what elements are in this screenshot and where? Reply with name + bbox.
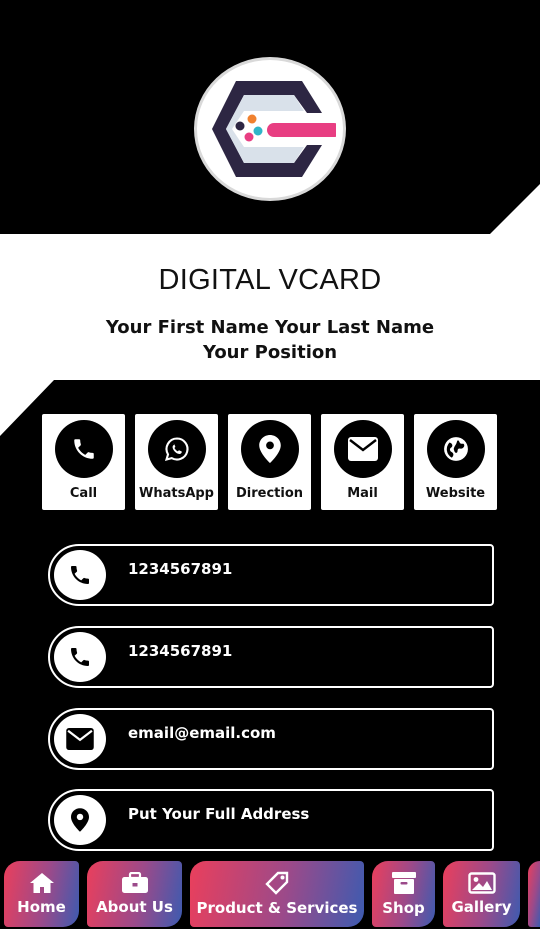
mail-button[interactable]: Mail xyxy=(321,414,404,510)
nav-shop-label: Shop xyxy=(382,899,425,917)
home-icon xyxy=(29,873,54,893)
mail-bubble xyxy=(333,420,392,478)
website-button[interactable]: Website xyxy=(414,414,497,510)
contact-row-email[interactable]: email@email.com xyxy=(48,708,494,770)
call-button[interactable]: Call xyxy=(42,414,125,510)
contact-phone-1: 1234567891 xyxy=(128,560,233,578)
envelope-icon xyxy=(347,437,378,461)
call-bubble xyxy=(54,420,113,478)
nav-gallery[interactable]: Gallery xyxy=(443,861,520,927)
whatsapp-bubble xyxy=(147,420,206,478)
globe-icon xyxy=(443,437,468,461)
person-position: Your Position xyxy=(202,342,338,363)
map-pin-icon xyxy=(71,808,89,832)
nav-product-services-label: Product & Services xyxy=(196,899,358,917)
whatsapp-icon xyxy=(164,437,188,461)
website-label: Website xyxy=(425,486,486,501)
tag-icon xyxy=(265,871,289,895)
website-bubble xyxy=(426,420,485,478)
nav-about-us-label: About Us xyxy=(96,898,173,916)
hexagon-pill-logo-icon xyxy=(212,81,336,177)
bottom-nav: Home About Us Product & Services Shop Ga… xyxy=(0,859,540,929)
archive-box-icon xyxy=(391,872,416,894)
nav-home-label: Home xyxy=(17,898,66,916)
contact-phone-2: 1234567891 xyxy=(128,642,233,660)
logo xyxy=(194,57,346,201)
header xyxy=(0,0,540,236)
contact-address: Put Your Full Address xyxy=(128,805,310,823)
nav-about-us[interactable]: About Us xyxy=(87,861,182,927)
whatsapp-button[interactable]: WhatsApp xyxy=(135,414,218,510)
title-band: DIGITAL VCARD Your First Name Your Last … xyxy=(0,234,540,380)
nav-shop[interactable]: Shop xyxy=(372,861,435,927)
nav-home[interactable]: Home xyxy=(4,861,79,927)
briefcase-icon xyxy=(121,872,148,893)
image-icon xyxy=(467,872,496,894)
direction-bubble xyxy=(240,420,299,478)
nav-gallery-label: Gallery xyxy=(451,898,512,916)
contact-row-address[interactable]: Put Your Full Address xyxy=(48,789,494,851)
contact-row-phone-1[interactable]: 1234567891 xyxy=(48,544,494,606)
contact-row-phone-2[interactable]: 1234567891 xyxy=(48,626,494,688)
call-label: Call xyxy=(69,486,98,501)
envelope-icon xyxy=(66,728,94,750)
page-title: DIGITAL VCARD xyxy=(158,264,382,296)
quick-actions: Call WhatsApp Direction Mail Website xyxy=(42,414,500,510)
direction-label: Direction xyxy=(235,486,304,501)
phone-icon xyxy=(73,439,94,459)
map-pin-icon xyxy=(258,435,281,463)
mail-label: Mail xyxy=(347,486,378,501)
phone-icon xyxy=(71,648,89,666)
phone-icon xyxy=(71,566,89,584)
contact-icon-circle xyxy=(54,632,106,682)
decorative-corner-top-right xyxy=(488,184,540,236)
direction-button[interactable]: Direction xyxy=(228,414,311,510)
contact-icon-circle xyxy=(54,714,106,764)
contact-email: email@email.com xyxy=(128,724,276,742)
person-name: Your First Name Your Last Name xyxy=(105,317,435,338)
nav-product-services[interactable]: Product & Services xyxy=(190,861,364,927)
contact-icon-circle xyxy=(54,550,106,600)
whatsapp-label: WhatsApp xyxy=(139,486,214,501)
contact-icon-circle xyxy=(54,795,106,845)
nav-more-clipped[interactable] xyxy=(528,861,540,927)
